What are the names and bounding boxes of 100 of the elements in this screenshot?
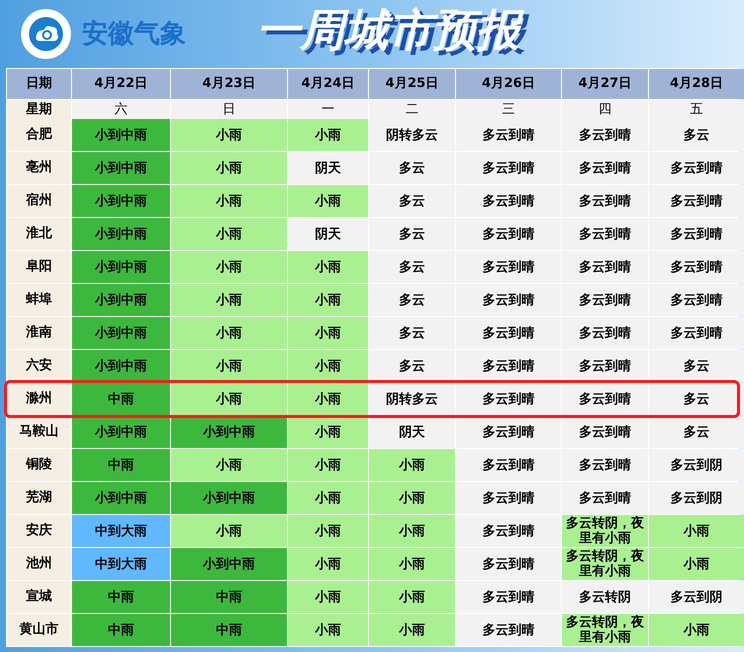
column-header: 4月28日: [649, 69, 744, 99]
forecast-cell: 小雨: [288, 350, 368, 382]
forecast-cell: 多云: [369, 152, 455, 184]
forecast-cell: 多云到晴: [562, 449, 648, 481]
forecast-cell: 小雨: [288, 482, 368, 514]
forecast-cell: 多云到晴: [562, 317, 648, 349]
forecast-cell: 阴天: [288, 152, 368, 184]
forecast-cell: 阴天: [369, 416, 455, 448]
forecast-cell: 阴转多云: [369, 119, 455, 151]
forecast-cell: 小雨: [171, 449, 287, 481]
forecast-cell: 小到中雨: [72, 119, 170, 151]
weekday-cell: 一: [288, 100, 368, 120]
forecast-cell: 小雨: [171, 185, 287, 217]
forecast-cell: 小到中雨: [72, 317, 170, 349]
forecast-cell: 多云到晴: [456, 350, 561, 382]
forecast-cell: 多云: [369, 284, 455, 316]
forecast-cell: 小雨: [288, 317, 368, 349]
forecast-cell: 多云转阴: [562, 581, 648, 613]
forecast-cell: 多云到晴: [456, 515, 561, 547]
forecast-cell: 小雨: [288, 251, 368, 283]
forecast-cell: 多云到晴: [562, 251, 648, 283]
weekday-cell: 五: [649, 100, 744, 120]
forecast-cell: 多云到晴: [456, 548, 561, 580]
forecast-cell: 多云到晴: [456, 185, 561, 217]
forecast-cell: 小到中雨: [72, 416, 170, 448]
forecast-cell: 多云到晴: [456, 317, 561, 349]
forecast-cell: 多云到晴: [456, 119, 561, 151]
city-cell: 宿州: [7, 185, 71, 217]
column-header: 4月25日: [369, 69, 455, 99]
forecast-cell: 多云: [649, 350, 744, 382]
city-cell: 淮南: [7, 317, 71, 349]
forecast-cell: 多云到晴: [562, 218, 648, 250]
city-cell: 淮北: [7, 218, 71, 250]
forecast-cell: 小到中雨: [72, 218, 170, 250]
forecast-cell: 多云到晴: [456, 581, 561, 613]
forecast-cell: 多云到晴: [562, 185, 648, 217]
forecast-cell: 中雨: [171, 581, 287, 613]
forecast-cell: 多云到阴: [649, 449, 744, 481]
forecast-cell: 多云: [369, 185, 455, 217]
forecast-cell: 小雨: [369, 614, 455, 646]
forecast-cell: 小到中雨: [171, 416, 287, 448]
forecast-cell: 小雨: [369, 548, 455, 580]
city-cell: 芜湖: [7, 482, 71, 514]
forecast-cell: 小到中雨: [72, 284, 170, 316]
forecast-cell: 多云到晴: [456, 152, 561, 184]
city-cell: 亳州: [7, 152, 71, 184]
forecast-cell: 中到大雨: [72, 515, 170, 547]
forecast-cell: 小雨: [369, 482, 455, 514]
forecast-cell: 多云到晴: [562, 416, 648, 448]
forecast-cell: 小雨: [171, 152, 287, 184]
forecast-cell: 多云到阴: [649, 482, 744, 514]
forecast-cell: 小到中雨: [72, 185, 170, 217]
city-cell: 滁州: [7, 383, 71, 415]
forecast-cell: 小雨: [288, 548, 368, 580]
forecast-cell: 小雨: [288, 614, 368, 646]
forecast-cell: 小雨: [288, 383, 368, 415]
forecast-cell: 中雨: [171, 614, 287, 646]
weekday-cell: 二: [369, 100, 455, 120]
weekday-cell: 四: [562, 100, 648, 120]
column-header: 4月23日: [171, 69, 287, 99]
forecast-cell: 小雨: [171, 119, 287, 151]
forecast-cell: 阴转多云: [369, 383, 455, 415]
forecast-cell: 小到中雨: [72, 251, 170, 283]
forecast-cell: 多云到晴: [649, 218, 744, 250]
weekday-cell: 三: [456, 100, 561, 120]
column-header: 日期: [7, 69, 71, 99]
forecast-cell: 小雨: [649, 614, 744, 646]
forecast-cell: 多云: [369, 218, 455, 250]
city-cell: 安庆: [7, 515, 71, 547]
forecast-cell: 小雨: [649, 548, 744, 580]
org-name: 安徽气象: [82, 18, 186, 50]
forecast-cell: 多云到晴: [649, 152, 744, 184]
forecast-cell: 多云到晴: [562, 119, 648, 151]
forecast-cell: 中雨: [72, 383, 170, 415]
forecast-cell: 多云到晴: [562, 350, 648, 382]
city-cell: 蚌埠: [7, 284, 71, 316]
forecast-cell: 小到中雨: [72, 482, 170, 514]
forecast-cell: 多云到晴: [456, 482, 561, 514]
weekday-cell: 六: [72, 100, 170, 120]
forecast-cell: 多云到晴: [456, 251, 561, 283]
forecast-cell: 多云到晴: [456, 383, 561, 415]
forecast-cell: 小雨: [288, 416, 368, 448]
weekday-cell: 日: [171, 100, 287, 120]
forecast-cell: 多云到晴: [649, 251, 744, 283]
forecast-cell: 小雨: [369, 449, 455, 481]
forecast-cell: 多云到晴: [649, 317, 744, 349]
forecast-cell: 小雨: [171, 218, 287, 250]
forecast-cell: 多云到晴: [456, 218, 561, 250]
logo-icon: [20, 8, 72, 60]
forecast-cell: 小雨: [649, 515, 744, 547]
city-cell: 合肥: [7, 119, 71, 151]
forecast-cell: 小雨: [288, 581, 368, 613]
city-cell: 宣城: [7, 581, 71, 613]
forecast-cell: 小雨: [171, 383, 287, 415]
city-cell: 阜阳: [7, 251, 71, 283]
forecast-cell: 多云: [369, 251, 455, 283]
forecast-cell: 小雨: [171, 317, 287, 349]
city-cell: 六安: [7, 350, 71, 382]
city-cell: 马鞍山: [7, 416, 71, 448]
forecast-cell: 多云到晴: [562, 383, 648, 415]
